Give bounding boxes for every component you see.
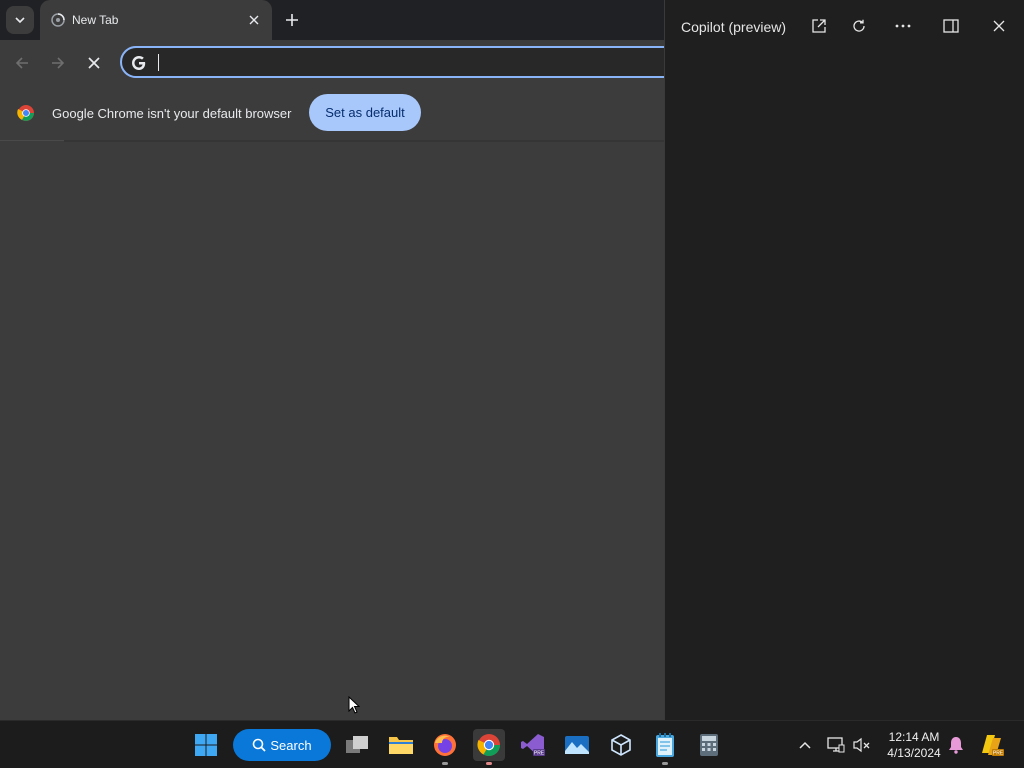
bell-icon (949, 737, 963, 754)
side-panel-icon (943, 19, 959, 33)
task-view-icon (346, 736, 368, 753)
tab-search-button[interactable] (6, 6, 34, 34)
tab-close-button[interactable] (246, 12, 262, 28)
search-label: Search (270, 737, 312, 753)
network-icon (827, 737, 845, 753)
notepad-button[interactable] (649, 729, 681, 765)
infobar-message: Google Chrome isn't your default browser (52, 106, 292, 121)
folder-icon (389, 737, 413, 754)
virtualbox-button[interactable] (605, 729, 637, 761)
volume-muted-icon (853, 737, 870, 753)
open-in-new-window-button[interactable] (809, 16, 829, 36)
ellipsis-icon (895, 24, 911, 28)
default-browser-infobar: Google Chrome isn't your default browser… (0, 86, 664, 141)
dock-panel-button[interactable] (941, 16, 961, 36)
firefox-button[interactable] (429, 729, 461, 765)
divider (64, 140, 664, 142)
firefox-icon (434, 734, 456, 756)
running-indicator (442, 762, 448, 765)
task-view-button[interactable] (341, 729, 373, 761)
chrome-taskbar-button[interactable] (473, 729, 505, 765)
photos-button[interactable] (561, 729, 593, 761)
tab-new-tab[interactable]: New Tab (40, 0, 272, 40)
new-tab-button[interactable] (282, 10, 302, 30)
close-copilot-button[interactable] (989, 16, 1009, 36)
visual-studio-icon: PRE (521, 734, 545, 757)
volume-button[interactable] (847, 729, 877, 761)
loading-spinner-icon (51, 13, 65, 27)
running-indicator (486, 762, 492, 765)
forward-button[interactable] (46, 51, 70, 75)
close-icon (88, 57, 100, 69)
copilot-taskbar-button[interactable]: PRE (976, 729, 1008, 761)
omnibox-input[interactable] (158, 52, 642, 74)
mouse-cursor-icon (348, 696, 360, 714)
running-indicator (662, 762, 668, 765)
file-explorer-button[interactable] (385, 729, 417, 761)
chevron-down-icon (15, 17, 25, 24)
set-as-default-button[interactable]: Set as default (309, 94, 421, 131)
google-g-icon (132, 56, 146, 70)
start-button[interactable] (190, 729, 222, 761)
calculator-icon (700, 734, 718, 756)
text-caret (158, 54, 159, 71)
close-icon (249, 15, 259, 25)
tab-title: New Tab (72, 13, 119, 27)
svg-text:PRE: PRE (534, 751, 545, 757)
chrome-logo-icon (17, 105, 34, 121)
calculator-button[interactable] (693, 729, 725, 761)
toolbar (0, 40, 680, 86)
notepad-icon (656, 733, 674, 757)
plus-icon (286, 14, 298, 26)
back-button[interactable] (10, 51, 34, 75)
copilot-title: Copilot (preview) (681, 19, 787, 35)
chrome-window: New Tab Google Chrome isn't your default… (0, 0, 680, 720)
chevron-up-icon (799, 741, 811, 749)
arrow-right-icon (52, 57, 65, 69)
search-icon (253, 738, 267, 752)
stop-loading-button[interactable] (82, 51, 106, 75)
virtualbox-cube-icon (611, 734, 631, 756)
refresh-button[interactable] (849, 16, 869, 36)
notifications-button[interactable] (942, 729, 970, 761)
external-link-icon (812, 19, 826, 33)
tab-strip: New Tab (0, 0, 664, 40)
clock-time: 12:14 AM (888, 730, 940, 744)
visual-studio-preview-button[interactable]: PRE (517, 729, 549, 761)
copilot-icon: PRE (982, 735, 1004, 757)
svg-text:PRE: PRE (993, 751, 1004, 757)
arrow-left-icon (15, 57, 28, 69)
more-options-button[interactable] (893, 16, 913, 36)
address-bar[interactable] (120, 46, 680, 78)
show-hidden-icons-button[interactable] (789, 729, 821, 761)
photos-icon (565, 736, 589, 754)
copilot-pane: Copilot (preview) (664, 0, 1024, 720)
taskbar-search-button[interactable]: Search (233, 729, 331, 761)
windows-logo-icon (195, 734, 217, 756)
clock-date: 4/13/2024 (887, 746, 941, 760)
system-clock[interactable]: 12:14 AM 4/13/2024 (876, 729, 952, 761)
close-icon (993, 20, 1005, 32)
taskbar: Search PRE 12:14 AM 4/13/2024 PRE (0, 720, 1024, 768)
chrome-logo-icon (477, 734, 500, 756)
refresh-icon (853, 19, 865, 32)
